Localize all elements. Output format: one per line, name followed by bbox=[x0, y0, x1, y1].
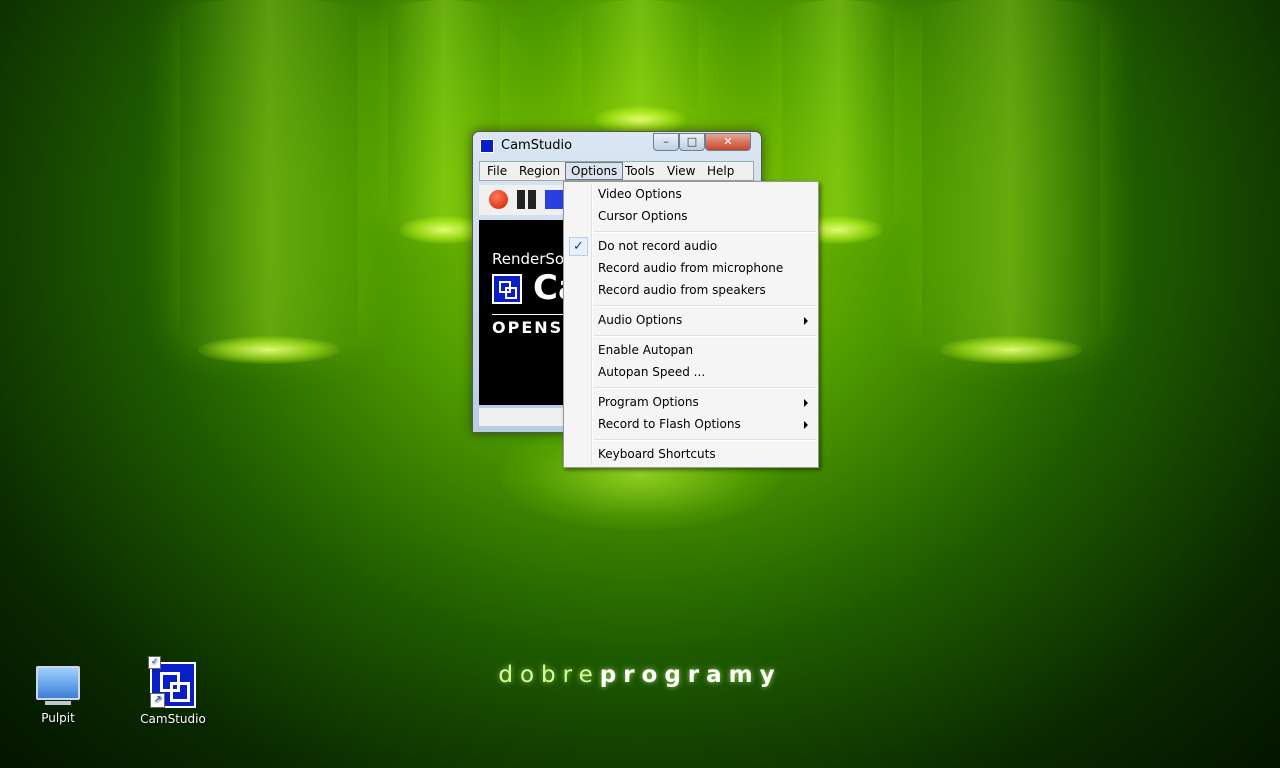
menu-item-label: Record to Flash Options bbox=[598, 417, 741, 431]
menu-item-label: Autopan Speed ... bbox=[598, 365, 706, 379]
menu-item-label: Audio Options bbox=[598, 313, 683, 327]
checkmark-icon: ✓ bbox=[569, 237, 588, 256]
desktop-icon-label: CamStudio bbox=[140, 712, 206, 726]
title-bar[interactable]: CamStudio – □ ✕ bbox=[473, 132, 761, 158]
menu-separator bbox=[594, 305, 816, 307]
menu-item-keyboard-shortcuts[interactable]: Keyboard Shortcuts bbox=[566, 444, 816, 465]
close-button[interactable]: ✕ bbox=[705, 133, 751, 151]
menu-file[interactable]: File bbox=[482, 163, 512, 179]
camstudio-logo-icon bbox=[492, 274, 522, 304]
menu-item-audio-options[interactable]: Audio Options bbox=[566, 310, 816, 331]
menu-item-enable-autopan[interactable]: Enable Autopan bbox=[566, 340, 816, 361]
menu-help[interactable]: Help bbox=[702, 163, 739, 179]
pause-button[interactable] bbox=[517, 190, 537, 209]
menu-item-label: Video Options bbox=[598, 187, 682, 201]
submenu-arrow-icon bbox=[804, 317, 808, 325]
menu-item-do-not-record-audio[interactable]: ✓ Do not record audio bbox=[566, 236, 816, 257]
menu-separator bbox=[594, 335, 816, 337]
record-button[interactable] bbox=[489, 190, 508, 209]
shortcut-arrow-icon: ↗ bbox=[150, 693, 165, 708]
wallpaper-tube bbox=[582, 0, 698, 134]
menu-item-record-to-flash-options[interactable]: Record to Flash Options bbox=[566, 414, 816, 435]
menu-item-label: Do not record audio bbox=[598, 239, 718, 253]
menu-view[interactable]: View bbox=[662, 163, 700, 179]
menu-bar: File Region Options Tools View Help bbox=[479, 161, 754, 181]
submenu-arrow-icon bbox=[804, 399, 808, 407]
menu-separator bbox=[594, 231, 816, 233]
menu-tools[interactable]: Tools bbox=[620, 163, 660, 179]
menu-item-label: Enable Autopan bbox=[598, 343, 694, 357]
menu-item-record-audio-microphone[interactable]: Record audio from microphone bbox=[566, 258, 816, 279]
camstudio-app-icon bbox=[480, 139, 494, 153]
menu-item-autopan-speed[interactable]: Autopan Speed ... bbox=[566, 362, 816, 383]
wallpaper-tube bbox=[180, 0, 358, 364]
menu-options[interactable]: Options bbox=[565, 162, 624, 180]
menu-item-label: Program Options bbox=[598, 395, 699, 409]
menu-item-label: Cursor Options bbox=[598, 209, 688, 223]
menu-separator bbox=[594, 387, 816, 389]
camstudio-icon: ✓ ↗ bbox=[148, 656, 196, 708]
stop-button[interactable] bbox=[545, 190, 564, 209]
menu-item-video-options[interactable]: Video Options bbox=[566, 184, 816, 205]
menu-item-cursor-options[interactable]: Cursor Options bbox=[566, 206, 816, 227]
menu-item-program-options[interactable]: Program Options bbox=[566, 392, 816, 413]
submenu-arrow-icon bbox=[804, 421, 808, 429]
check-badge-icon: ✓ bbox=[148, 656, 161, 669]
options-menu: Video Options Cursor Options ✓ Do not re… bbox=[563, 181, 819, 468]
desktop-icon-pulpit[interactable]: Pulpit bbox=[18, 666, 98, 725]
menu-separator bbox=[594, 439, 816, 441]
brand-bold: programy bbox=[599, 662, 782, 688]
desktop-icon-camstudio[interactable]: ✓ ↗ CamStudio bbox=[133, 656, 213, 726]
maximize-button[interactable]: □ bbox=[679, 133, 705, 151]
menu-item-label: Record audio from speakers bbox=[598, 283, 766, 297]
menu-item-record-audio-speakers[interactable]: Record audio from speakers bbox=[566, 280, 816, 301]
monitor-icon bbox=[36, 666, 80, 705]
minimize-button[interactable]: – bbox=[653, 133, 679, 151]
menu-item-label: Record audio from microphone bbox=[598, 261, 784, 275]
window-title: CamStudio bbox=[501, 138, 573, 153]
preview-text-rendersoft: RenderSof bbox=[492, 250, 570, 268]
desktop-icon-label: Pulpit bbox=[41, 711, 75, 725]
brand-light: dobre bbox=[498, 662, 600, 688]
wallpaper-tube bbox=[922, 0, 1100, 364]
menu-item-label: Keyboard Shortcuts bbox=[598, 447, 716, 461]
menu-region[interactable]: Region bbox=[514, 163, 565, 179]
